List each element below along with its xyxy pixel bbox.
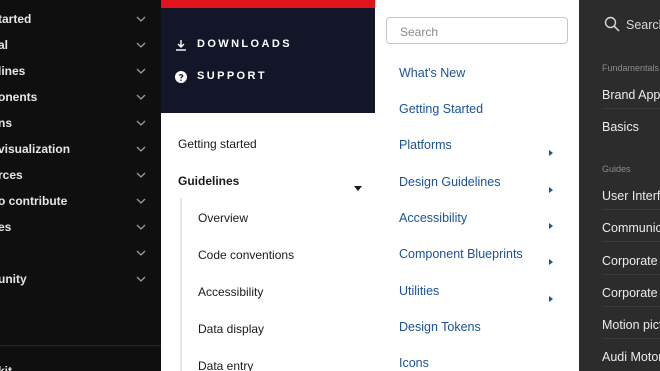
nav-item-basics[interactable]: Basics [602, 120, 639, 134]
caret-down-icon[interactable] [354, 178, 362, 191]
chevron-down-icon [136, 66, 146, 76]
nav-item-icons[interactable]: Icons [399, 356, 429, 370]
nav-item-brand-appearance[interactable]: Brand Appearance [602, 88, 660, 102]
accent-bar [161, 0, 375, 8]
brand-nav: Search Fundamentals Brand Appearance Bas… [579, 0, 660, 371]
chevron-right-icon[interactable] [549, 143, 553, 156]
sidebar-item-data-visualization[interactable]: visualization [0, 136, 161, 162]
sidebar-item-how-to-contribute[interactable]: o contribute [0, 188, 161, 214]
sidebar-item-components[interactable]: onents [0, 84, 161, 110]
support-label: SUPPORT [197, 70, 267, 82]
chevron-down-icon [136, 144, 146, 154]
downloads-link[interactable]: DOWNLOADS [175, 34, 292, 54]
sidebar-item-community[interactable]: unity [0, 266, 161, 292]
sidebar-item-label: es [0, 220, 12, 234]
navy-nav-panel: DOWNLOADS SUPPORT Getting started Guidel… [161, 0, 375, 371]
nav-item-accessibility[interactable]: Accessibility [399, 211, 467, 225]
sidebar-item-updates[interactable]: es [0, 214, 161, 240]
nav-item-getting-started[interactable]: Getting started [178, 137, 257, 151]
sidebar-item-label: lines [0, 64, 26, 78]
sidebar-item-label: unity [0, 272, 27, 286]
nav-item-design-tokens[interactable]: Design Tokens [399, 320, 481, 334]
nav-item-component-blueprints[interactable]: Component Blueprints [399, 247, 523, 261]
sidebar-item-label: tarted [0, 12, 32, 26]
support-link[interactable]: SUPPORT [175, 66, 267, 86]
sidebar-bottom-link[interactable]: kit [0, 364, 12, 371]
divider [602, 306, 660, 307]
search-icon[interactable] [604, 16, 620, 32]
subnav-item-accessibility[interactable]: Accessibility [198, 285, 263, 299]
chevron-right-icon[interactable] [549, 180, 553, 193]
help-icon [175, 70, 187, 83]
sidebar-divider [0, 345, 161, 346]
nav-header: DOWNLOADS SUPPORT [161, 0, 375, 113]
chevron-down-icon [136, 14, 146, 24]
chevron-down-icon [136, 274, 146, 284]
subnav-item-data-entry[interactable]: Data entry [198, 359, 253, 371]
nav-item-communication[interactable]: Communication [602, 221, 660, 235]
sidebar-item-label: al [0, 38, 9, 52]
nav-item-corporate-2[interactable]: Corporate [602, 286, 658, 300]
subnav-item-code-conventions[interactable]: Code conventions [198, 248, 294, 262]
search-input[interactable]: Search [386, 17, 568, 44]
sidebar-item-label: rces [0, 168, 23, 182]
nav-item-corporate-1[interactable]: Corporate [602, 254, 658, 268]
divider [602, 241, 660, 242]
divider [602, 209, 660, 210]
sidebar-item-general[interactable]: al [0, 32, 161, 58]
sidebar-item-unlabeled[interactable] [0, 240, 161, 266]
chevron-right-icon[interactable] [549, 216, 553, 229]
chevron-down-icon [136, 170, 146, 180]
chevron-right-icon[interactable] [549, 289, 553, 302]
sidebar-item-label: onents [0, 90, 38, 104]
nav-item-getting-started[interactable]: Getting Started [399, 102, 483, 116]
chevron-right-icon[interactable] [549, 252, 553, 265]
section-guides: Guides [602, 164, 631, 174]
chevron-down-icon [136, 222, 146, 232]
chevron-down-icon [136, 40, 146, 50]
subnav-item-overview[interactable]: Overview [198, 211, 248, 225]
left-sidebar: tarted al lines onents ns visualization … [0, 0, 161, 371]
sidebar-item-started[interactable]: tarted [0, 6, 161, 32]
sidebar-item-resources[interactable]: rces [0, 162, 161, 188]
download-icon [175, 38, 187, 51]
nav-item-audi-motorsport[interactable]: Audi Motorsport [602, 350, 660, 364]
subnav-item-data-display[interactable]: Data display [198, 322, 264, 336]
chevron-down-icon [136, 248, 146, 258]
sidebar-item-patterns[interactable]: ns [0, 110, 161, 136]
chevron-down-icon [136, 92, 146, 102]
divider [602, 338, 660, 339]
divider [602, 108, 660, 109]
downloads-label: DOWNLOADS [197, 38, 292, 50]
chevron-down-icon [136, 196, 146, 206]
nav-item-utilities[interactable]: Utilities [399, 284, 439, 298]
section-fundamentals: Fundamentals [602, 63, 660, 73]
nav-item-user-interface[interactable]: User Interface [602, 189, 660, 203]
sidebar-item-guidelines[interactable]: lines [0, 58, 161, 84]
divider [602, 274, 660, 275]
nav-item-design-guidelines[interactable]: Design Guidelines [399, 175, 500, 189]
sidebar-item-label: visualization [0, 142, 71, 156]
search-label[interactable]: Search [626, 18, 660, 32]
search-placeholder: Search [400, 25, 439, 39]
subnav-rail [180, 198, 182, 371]
nav-item-whats-new[interactable]: What's New [399, 66, 465, 80]
nav-item-motion-picture[interactable]: Motion picture [602, 318, 660, 332]
sidebar-item-label: o contribute [0, 194, 68, 208]
nav-item-guidelines[interactable]: Guidelines [178, 174, 239, 188]
chevron-down-icon [136, 118, 146, 128]
design-system-nav: Search What's New Getting Started Platfo… [375, 0, 579, 371]
sidebar-item-label: ns [0, 116, 13, 130]
nav-item-platforms[interactable]: Platforms [399, 138, 452, 152]
